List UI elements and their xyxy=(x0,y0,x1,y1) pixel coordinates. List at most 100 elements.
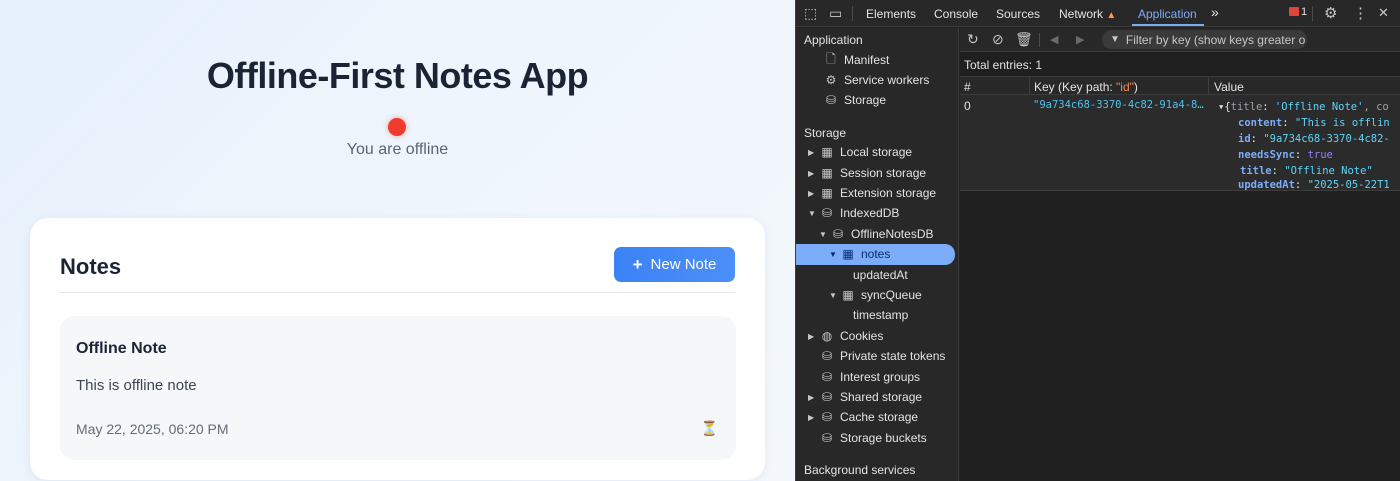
sidebar-item-private-state-tokens[interactable]: ⛁ Private state tokens xyxy=(818,346,945,366)
sidebar-item-label: Cookies xyxy=(840,329,884,343)
devtools-panel: ⬚ ▭ Elements Console Sources Network ▲ A… xyxy=(795,0,1400,481)
tab-console[interactable]: Console xyxy=(934,7,978,21)
sidebar-item-manifest[interactable]: 🗋 Manifest xyxy=(822,50,889,70)
sidebar-item-label: Storage buckets xyxy=(840,431,927,445)
sidebar-item-label: Private state tokens xyxy=(840,349,946,363)
table-icon: ▦ xyxy=(821,145,833,159)
sidebar-item-label: Local storage xyxy=(840,145,913,159)
sidebar-item-storage[interactable]: ⛁ Storage xyxy=(822,90,886,110)
filter-by-key-input[interactable]: ▼ Filter by key (show keys greater o xyxy=(1102,30,1307,49)
clear-icon[interactable]: ⊘ xyxy=(992,31,1004,48)
tab-sources[interactable]: Sources xyxy=(996,7,1040,21)
new-note-button[interactable]: + New Note xyxy=(614,247,735,282)
column-header-key[interactable]: Key (Key path: "id") xyxy=(1034,80,1138,94)
prop-value: "Offline Note" xyxy=(1284,165,1373,177)
value-prop-id: id: "9a734c68-3370-4c82- xyxy=(1238,133,1390,145)
cookie-icon: ◍ xyxy=(821,329,833,343)
expand-arrow-icon[interactable]: ▶ xyxy=(808,189,818,198)
value-summary[interactable]: ▾{title: 'Offline Note', co xyxy=(1218,101,1400,113)
collapse-arrow-icon[interactable]: ▼ xyxy=(819,230,829,239)
key-path: "id" xyxy=(1116,80,1134,94)
previous-page-icon[interactable]: ◀ xyxy=(1050,33,1058,46)
indexeddb-toolbar: ↻ ⊘ 🗑 ◀ ▶ ▼ Filter by key (show keys grea… xyxy=(960,28,1400,52)
active-tab-indicator xyxy=(1132,24,1204,26)
database-icon: ⛁ xyxy=(821,206,833,220)
close-icon[interactable]: ✕ xyxy=(1378,5,1389,21)
column-header-index[interactable]: # xyxy=(964,80,971,94)
error-icon xyxy=(1289,7,1299,16)
collapse-arrow-icon[interactable]: ▼ xyxy=(829,250,839,259)
page-title: Offline-First Notes App xyxy=(206,55,589,96)
sidebar-item-local-storage[interactable]: ▶ ▦ Local storage xyxy=(808,142,912,162)
sidebar-item-label: Extension storage xyxy=(840,186,937,200)
error-count-badge[interactable]: 1 xyxy=(1289,6,1307,18)
prop-value: true xyxy=(1307,149,1333,161)
sidebar-item-timestamp-index[interactable]: timestamp xyxy=(853,305,908,325)
sidebar-item-shared-storage[interactable]: ▶ ⛁ Shared storage xyxy=(808,387,922,407)
collapse-arrow-icon[interactable]: ▼ xyxy=(829,291,839,300)
refresh-icon[interactable]: ↻ xyxy=(967,31,979,48)
expand-arrow-icon[interactable]: ▶ xyxy=(808,393,818,402)
table-icon: ▦ xyxy=(821,186,833,200)
note-item[interactable]: Offline Note This is offline note May 22… xyxy=(60,316,736,460)
sidebar-item-label: IndexedDB xyxy=(840,206,900,220)
inspect-element-icon[interactable]: ⬚ xyxy=(804,5,817,22)
divider xyxy=(60,292,735,293)
sidebar-item-label: Storage xyxy=(844,93,887,107)
more-tabs-icon[interactable]: » xyxy=(1211,4,1219,20)
table-icon: ▦ xyxy=(821,166,833,180)
sidebar-item-interest-groups[interactable]: ⛁ Interest groups xyxy=(818,367,920,387)
database-icon: ⛁ xyxy=(821,370,833,384)
sidebar-item-notes-store[interactable]: ▼ ▦ notes xyxy=(829,244,890,264)
table-row[interactable]: 0 "9a734c68-3370-4c82-91a4-8… ▾{title: '… xyxy=(960,95,1400,191)
new-note-label: New Note xyxy=(650,256,717,273)
column-header-value[interactable]: Value xyxy=(1214,80,1244,94)
prop-key: id xyxy=(1238,133,1251,145)
collapse-arrow-icon[interactable]: ▼ xyxy=(808,209,818,218)
divider xyxy=(852,6,853,21)
sidebar-item-offlinenotesdb[interactable]: ▼ ⛁ OfflineNotesDB xyxy=(819,224,933,244)
row-key: "9a734c68-3370-4c82-91a4-8… xyxy=(1033,99,1204,111)
sidebar-item-cache-storage[interactable]: ▶ ⛁ Cache storage xyxy=(808,407,918,427)
table-icon: ▦ xyxy=(842,247,854,261)
device-toolbar-icon[interactable]: ▭ xyxy=(829,5,842,22)
tab-elements[interactable]: Elements xyxy=(866,7,916,21)
expand-arrow-icon[interactable]: ▶ xyxy=(808,332,818,341)
sidebar-item-indexeddb[interactable]: ▼ ⛁ IndexedDB xyxy=(808,203,899,223)
sidebar-item-extension-storage[interactable]: ▶ ▦ Extension storage xyxy=(808,183,936,203)
expand-arrow-icon[interactable]: ▶ xyxy=(808,413,818,422)
gear-icon[interactable]: ⚙ xyxy=(1324,4,1337,22)
sidebar-item-cookies[interactable]: ▶ ◍ Cookies xyxy=(808,326,883,346)
sidebar-item-label: Shared storage xyxy=(840,390,923,404)
value-summary-key: title xyxy=(1230,101,1263,113)
key-header-prefix: Key (Key path: xyxy=(1034,80,1117,94)
file-icon: 🗋 xyxy=(826,51,836,66)
sidebar-item-label: Service workers xyxy=(844,73,930,87)
kebab-menu-icon[interactable]: ⋮ xyxy=(1353,4,1368,22)
sidebar-item-service-workers[interactable]: ⚙ Service workers xyxy=(822,70,930,90)
database-icon: ⛁ xyxy=(821,349,833,363)
sidebar-item-storage-buckets[interactable]: ⛁ Storage buckets xyxy=(818,428,927,448)
value-summary-val: 'Offline Note' xyxy=(1274,101,1364,113)
sidebar-item-label: Manifest xyxy=(844,53,890,67)
filter-icon: ▼ xyxy=(1110,34,1120,45)
sidebar-header-application: Application xyxy=(804,33,863,47)
hourglass-icon: ⏳ xyxy=(700,420,718,436)
value-summary-rest: , co xyxy=(1363,101,1389,113)
expand-arrow-icon[interactable]: ▶ xyxy=(808,148,818,157)
sidebar-item-updatedat-index[interactable]: updatedAt xyxy=(853,265,908,285)
key-header-suffix: ) xyxy=(1133,80,1138,94)
notes-card: Notes + New Note Offline Note This is of… xyxy=(30,218,765,480)
tab-network[interactable]: Network ▲ xyxy=(1059,7,1116,21)
sidebar-item-syncqueue-store[interactable]: ▼ ▦ syncQueue xyxy=(829,285,922,305)
total-entries: Total entries: 1 xyxy=(964,58,1043,72)
value-prop-content: content: "This is offlin xyxy=(1238,117,1390,129)
database-icon: ⛁ xyxy=(832,227,844,241)
sidebar-item-session-storage[interactable]: ▶ ▦ Session storage xyxy=(808,163,926,183)
next-page-icon[interactable]: ▶ xyxy=(1076,33,1084,46)
expand-arrow-icon[interactable]: ▶ xyxy=(808,169,818,178)
tab-application[interactable]: Application xyxy=(1138,7,1197,21)
offline-status-indicator xyxy=(388,118,406,136)
sidebar-item-label: syncQueue xyxy=(861,288,922,302)
delete-icon[interactable]: 🗑 xyxy=(1015,31,1033,48)
